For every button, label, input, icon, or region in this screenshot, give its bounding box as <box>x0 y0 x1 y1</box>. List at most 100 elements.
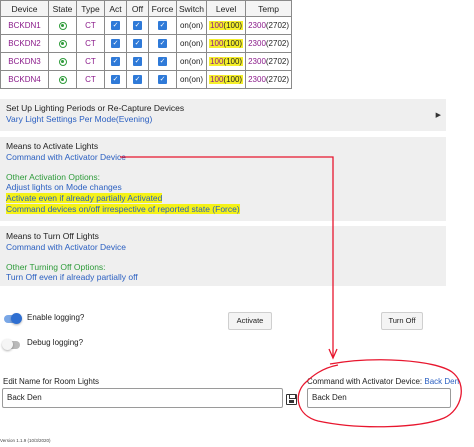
temp-reported: (2702) <box>265 57 290 66</box>
col-act: Act <box>104 0 127 17</box>
state-on-icon[interactable] <box>58 39 67 48</box>
col-type: Type <box>76 0 105 17</box>
act-cell[interactable]: ✓ <box>104 16 127 35</box>
turnoff-method: Command with Activator Device <box>6 242 126 252</box>
activate-opt-mode: Adjust lights on Mode changes <box>6 182 122 192</box>
force-cell[interactable]: ✓ <box>148 34 177 53</box>
checkbox-off[interactable]: ✓ <box>133 75 142 85</box>
state-cell[interactable] <box>48 16 77 35</box>
off-cell[interactable]: ✓ <box>126 34 149 53</box>
temp-value: 2300 <box>248 21 266 30</box>
act-cell[interactable]: ✓ <box>104 52 127 71</box>
table-row: BCKDN1 CT ✓ ✓ ✓ on(on) 100(100) 2300(270… <box>0 16 293 35</box>
temp-cell: 2300(2702) <box>245 52 293 71</box>
level-cell: 100(100) <box>206 70 247 89</box>
checkbox-act[interactable]: ✓ <box>111 21 120 31</box>
state-cell[interactable] <box>48 52 77 71</box>
switch-cell: on(on) <box>175 34 208 53</box>
level-highlight: 100(100) <box>209 21 244 30</box>
turnoff-options-panel[interactable]: Means to Turn Off Lights Command with Ac… <box>0 226 446 286</box>
version-text: Version 1.1.9 (10/3/2020) <box>0 438 51 443</box>
checkbox-force[interactable]: ✓ <box>158 21 167 31</box>
level-reported: (100) <box>223 21 243 30</box>
table-header-row: Device State Type Act Off Force Switch L… <box>0 0 293 17</box>
activate-title: Means to Activate Lights <box>6 141 99 151</box>
level-cell: 100(100) <box>206 34 247 53</box>
checkbox-act[interactable]: ✓ <box>111 57 120 67</box>
state-on-icon[interactable] <box>58 57 67 66</box>
checkbox-act[interactable]: ✓ <box>111 39 120 49</box>
table-row: BCKDN4 CT ✓ ✓ ✓ on(on) 100(100) 2300(270… <box>0 70 293 89</box>
off-cell[interactable]: ✓ <box>126 52 149 71</box>
force-cell[interactable]: ✓ <box>148 16 177 35</box>
checkbox-force[interactable]: ✓ <box>158 57 167 67</box>
checkbox-off[interactable]: ✓ <box>133 57 142 67</box>
force-cell[interactable]: ✓ <box>148 70 177 89</box>
device-name[interactable]: BCKDN3 <box>0 52 49 71</box>
turnoff-opt-partial: Turn Off even if already partially off <box>6 272 138 282</box>
activate-opt-force: Command devices on/off irrespective of r… <box>6 204 240 214</box>
checkbox-force[interactable]: ✓ <box>158 39 167 49</box>
level-value: 100 <box>210 57 224 66</box>
enable-logging-toggle[interactable] <box>4 313 22 324</box>
lighting-periods-title: Set Up Lighting Periods or Re-Capture De… <box>6 103 185 113</box>
level-reported: (100) <box>223 57 243 66</box>
act-cell[interactable]: ✓ <box>104 34 127 53</box>
temp-value: 2300 <box>248 39 266 48</box>
debug-logging-toggle[interactable] <box>2 339 20 350</box>
temp-reported: (2702) <box>265 75 290 84</box>
force-cell[interactable]: ✓ <box>148 52 177 71</box>
device-name[interactable]: BCKDN1 <box>0 16 49 35</box>
activator-device-link[interactable]: Back Den <box>424 377 459 386</box>
col-state: State <box>48 0 77 17</box>
chevron-right-icon: ▶ <box>435 112 441 119</box>
temp-cell: 2300(2702) <box>245 34 293 53</box>
off-cell[interactable]: ✓ <box>126 70 149 89</box>
checkbox-off[interactable]: ✓ <box>133 39 142 49</box>
state-cell[interactable] <box>48 34 77 53</box>
save-icon[interactable] <box>286 394 297 405</box>
device-name[interactable]: BCKDN2 <box>0 34 49 53</box>
switch-cell: on(on) <box>175 52 208 71</box>
col-device: Device <box>0 0 49 17</box>
toggle-knob <box>11 313 22 324</box>
temp-cell: 2300(2702) <box>245 16 293 35</box>
state-on-icon[interactable] <box>58 75 67 84</box>
room-name-label: Edit Name for Room Lights <box>3 377 100 386</box>
activate-options-panel[interactable]: Means to Activate Lights Command with Ac… <box>0 137 446 221</box>
state-on-icon[interactable] <box>58 21 67 30</box>
level-highlight: 100(100) <box>209 75 244 84</box>
switch-value: on <box>179 57 189 66</box>
col-switch: Switch <box>175 0 208 17</box>
toggle-knob <box>2 339 13 350</box>
turn-off-button[interactable]: Turn Off <box>381 312 423 330</box>
device-name[interactable]: BCKDN4 <box>0 70 49 89</box>
level-value: 100 <box>210 75 224 84</box>
table-row: BCKDN2 CT ✓ ✓ ✓ on(on) 100(100) 2300(270… <box>0 34 293 53</box>
activator-device-select[interactable]: Back Den <box>307 388 451 408</box>
level-cell: 100(100) <box>206 52 247 71</box>
checkbox-act[interactable]: ✓ <box>111 75 120 85</box>
type-cell: CT <box>76 34 105 53</box>
switch-reported: (on) <box>188 39 204 48</box>
turnoff-other-title: Other Turning Off Options: <box>6 262 106 272</box>
level-value: 100 <box>210 21 224 30</box>
off-cell[interactable]: ✓ <box>126 16 149 35</box>
activate-button[interactable]: Activate <box>228 312 272 330</box>
checkbox-off[interactable]: ✓ <box>133 21 142 31</box>
room-name-input[interactable]: Back Den <box>2 388 283 408</box>
switch-value: on <box>179 21 189 30</box>
activate-method: Command with Activator Device <box>6 152 126 162</box>
temp-value: 2300 <box>248 57 266 66</box>
state-cell[interactable] <box>48 70 77 89</box>
lighting-periods-panel[interactable]: Set Up Lighting Periods or Re-Capture De… <box>0 99 446 131</box>
temp-reported: (2702) <box>265 21 290 30</box>
activator-device-label-text: Command with Activator Device: <box>307 377 423 386</box>
lighting-periods-subtitle: Vary Light Settings Per Mode(Evening) <box>6 114 153 124</box>
devices-table: Device State Type Act Off Force Switch L… <box>0 0 293 89</box>
switch-value: on <box>179 39 189 48</box>
checkbox-force[interactable]: ✓ <box>158 75 167 85</box>
level-reported: (100) <box>223 75 243 84</box>
act-cell[interactable]: ✓ <box>104 70 127 89</box>
level-reported: (100) <box>223 39 243 48</box>
